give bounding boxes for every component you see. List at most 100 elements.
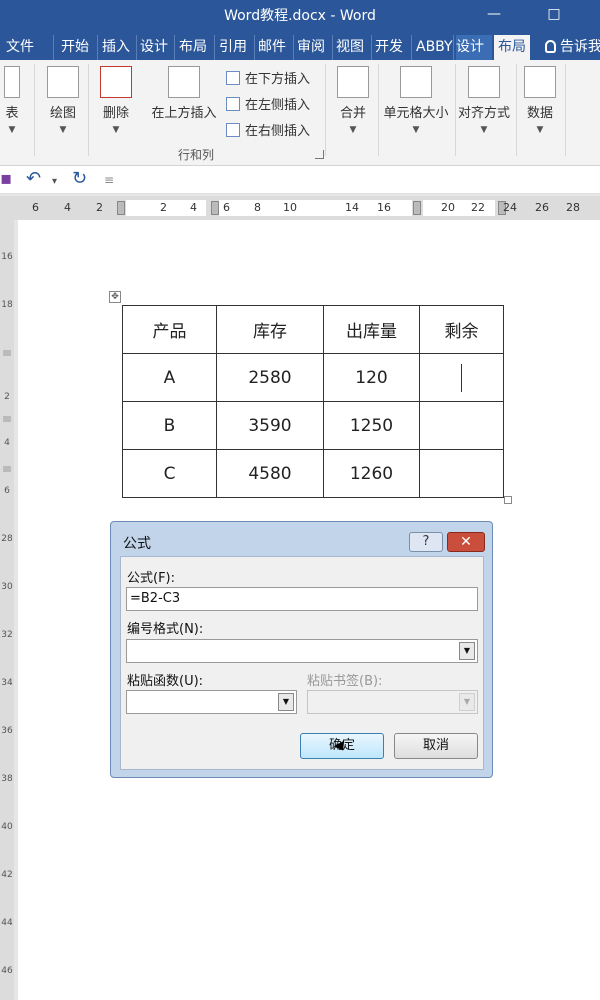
merge-button[interactable]: 合并 ▼ — [334, 66, 372, 135]
insert-left-icon — [226, 97, 240, 111]
chevron-down-icon: ▼ — [536, 125, 544, 135]
table-cell[interactable]: 1260 — [323, 449, 420, 498]
chevron-down-icon: ▼ — [480, 125, 488, 135]
table-cell[interactable]: 4580 — [216, 449, 324, 498]
insert-above-button[interactable]: 在上方插入 — [148, 66, 220, 121]
paste-bookmark-select: ▼ — [307, 690, 478, 714]
table-cell[interactable] — [419, 401, 504, 450]
header-cell[interactable]: 出库量 — [323, 305, 420, 354]
undo-icon[interactable]: ↶ — [26, 168, 41, 189]
cell-size-icon — [400, 66, 432, 98]
formula-input[interactable]: =B2-C3 — [126, 587, 478, 611]
insert-left-button[interactable]: 在左侧插入 — [226, 94, 310, 113]
cancel-button[interactable]: 取消 — [394, 733, 478, 759]
tab-layout[interactable]: 布局 — [179, 35, 215, 60]
quick-access-toolbar: ▪ ↶ ▾ ↻ ≡ — [0, 166, 600, 194]
ribbon-tabs: 文件 开始 插入 设计 布局 引用 邮件 审阅 视图 开发 ABBY 设计 布局… — [0, 30, 600, 60]
tab-design[interactable]: 设计 — [140, 35, 175, 60]
chevron-down-icon[interactable]: ▼ — [278, 693, 294, 711]
redo-icon[interactable]: ↻ — [72, 168, 87, 189]
tab-developer[interactable]: 开发 — [375, 35, 412, 60]
data-table[interactable]: 产品 库存 出库量 剩余 A 2580 120 B 3590 1250 C 45… — [122, 305, 504, 498]
table-row: C 4580 1260 — [122, 449, 504, 498]
table-cell[interactable]: 1250 — [323, 401, 420, 450]
table-select-button[interactable]: 表 ▼ — [0, 66, 24, 135]
header-cell[interactable]: 剩余 — [419, 305, 504, 354]
data-button[interactable]: 数据 ▼ — [520, 66, 560, 135]
horizontal-ruler[interactable]: 6 4 2 2 4 6 8 10 14 16 20 22 24 26 28 — [0, 196, 600, 220]
table-row: B 3590 1250 — [122, 401, 504, 450]
customize-qat-icon[interactable]: ≡ — [104, 173, 114, 187]
table-cell[interactable] — [419, 449, 504, 498]
save-icon[interactable]: ▪ — [0, 168, 12, 189]
title-bar: Word教程.docx - Word — □ — [0, 0, 600, 30]
merge-icon — [337, 66, 369, 98]
table-cell[interactable]: C — [122, 449, 217, 498]
text-cursor — [461, 363, 462, 392]
data-icon — [524, 66, 556, 98]
window-title: Word教程.docx - Word — [224, 8, 376, 24]
help-button[interactable]: ? — [409, 532, 443, 552]
table-cell[interactable]: 2580 — [216, 353, 324, 402]
dialog-body: 公式(F): =B2-C3 编号格式(N): ▼ 粘贴函数(U): ▼ 粘贴书签… — [120, 556, 484, 770]
tab-insert[interactable]: 插入 — [102, 35, 137, 60]
chevron-down-icon: ▼ — [349, 125, 357, 135]
tab-abbyy[interactable]: ABBY — [416, 35, 454, 60]
chevron-down-icon: ▼ — [8, 125, 16, 135]
paste-function-select[interactable]: ▼ — [126, 690, 297, 714]
close-button[interactable]: ✕ — [447, 532, 485, 552]
cell-size-button[interactable]: 单元格大小 ▼ — [380, 66, 452, 135]
tab-review[interactable]: 审阅 — [297, 35, 333, 60]
table-cell[interactable]: 120 — [323, 353, 420, 402]
formula-label: 公式(F): — [127, 571, 176, 586]
alignment-button[interactable]: 对齐方式 ▼ — [456, 66, 512, 135]
header-cell[interactable]: 库存 — [216, 305, 324, 354]
table-header-row: 产品 库存 出库量 剩余 — [122, 305, 504, 354]
tab-mailings[interactable]: 邮件 — [258, 35, 294, 60]
dialog-title: 公式 — [123, 536, 151, 552]
draw-table-icon — [47, 66, 79, 98]
tab-view[interactable]: 视图 — [336, 35, 372, 60]
insert-right-icon — [226, 123, 240, 137]
paste-bookmark-label: 粘贴书签(B): — [307, 674, 383, 689]
table-cell[interactable]: B — [122, 401, 217, 450]
chevron-down-icon: ▼ — [59, 125, 67, 135]
tell-me[interactable]: 告诉我 — [545, 35, 600, 60]
tab-table-design[interactable]: 设计 — [456, 35, 492, 60]
paste-function-label: 粘贴函数(U): — [127, 674, 204, 689]
table-move-handle-icon[interactable]: ✥ — [109, 291, 121, 303]
tab-file[interactable]: 文件 — [6, 35, 54, 60]
formula-dialog: 公式 ? ✕ 公式(F): =B2-C3 编号格式(N): ▼ 粘贴函数(U):… — [110, 521, 493, 778]
header-cell[interactable]: 产品 — [122, 305, 217, 354]
ribbon: 表 ▼ 绘图 ▼ 删除 ▼ 在上方插入 在下方插入 在左侧插入 在右侧插入 行和… — [0, 60, 600, 166]
table-cell[interactable]: A — [122, 353, 217, 402]
draw-table-button[interactable]: 绘图 ▼ — [42, 66, 84, 135]
delete-button[interactable]: 删除 ▼ — [94, 66, 138, 135]
chevron-down-icon: ▼ — [112, 125, 120, 135]
vertical-ruler[interactable]: 16 18 2 4 6 28 30 32 34 36 38 40 42 44 4… — [0, 220, 14, 1000]
lightbulb-icon — [545, 40, 556, 53]
table-cell[interactable]: 3590 — [216, 401, 324, 450]
chevron-down-icon: ▼ — [412, 125, 420, 135]
minimize-icon[interactable]: — — [480, 2, 508, 26]
group-label-rows-columns: 行和列 — [178, 148, 215, 162]
chevron-down-icon[interactable]: ▼ — [459, 642, 475, 660]
insert-below-icon — [226, 71, 240, 85]
number-format-select[interactable]: ▼ — [126, 639, 478, 663]
table-cell-active[interactable] — [419, 353, 504, 402]
restore-icon[interactable]: □ — [540, 2, 568, 26]
tab-references[interactable]: 引用 — [219, 35, 255, 60]
tab-table-layout[interactable]: 布局 — [494, 35, 530, 60]
delete-table-icon — [100, 66, 132, 98]
table-row: A 2580 120 — [122, 353, 504, 402]
insert-right-button[interactable]: 在右侧插入 — [226, 120, 310, 139]
insert-above-icon — [168, 66, 200, 98]
tab-home[interactable]: 开始 — [61, 35, 98, 60]
undo-dropdown-icon[interactable]: ▾ — [52, 176, 57, 187]
chevron-down-icon: ▼ — [459, 693, 475, 711]
dialog-launcher-icon[interactable] — [315, 150, 324, 159]
cursor-icon — [4, 66, 20, 98]
alignment-icon — [468, 66, 500, 98]
table-resize-handle[interactable] — [504, 496, 512, 504]
insert-below-button[interactable]: 在下方插入 — [226, 68, 310, 87]
